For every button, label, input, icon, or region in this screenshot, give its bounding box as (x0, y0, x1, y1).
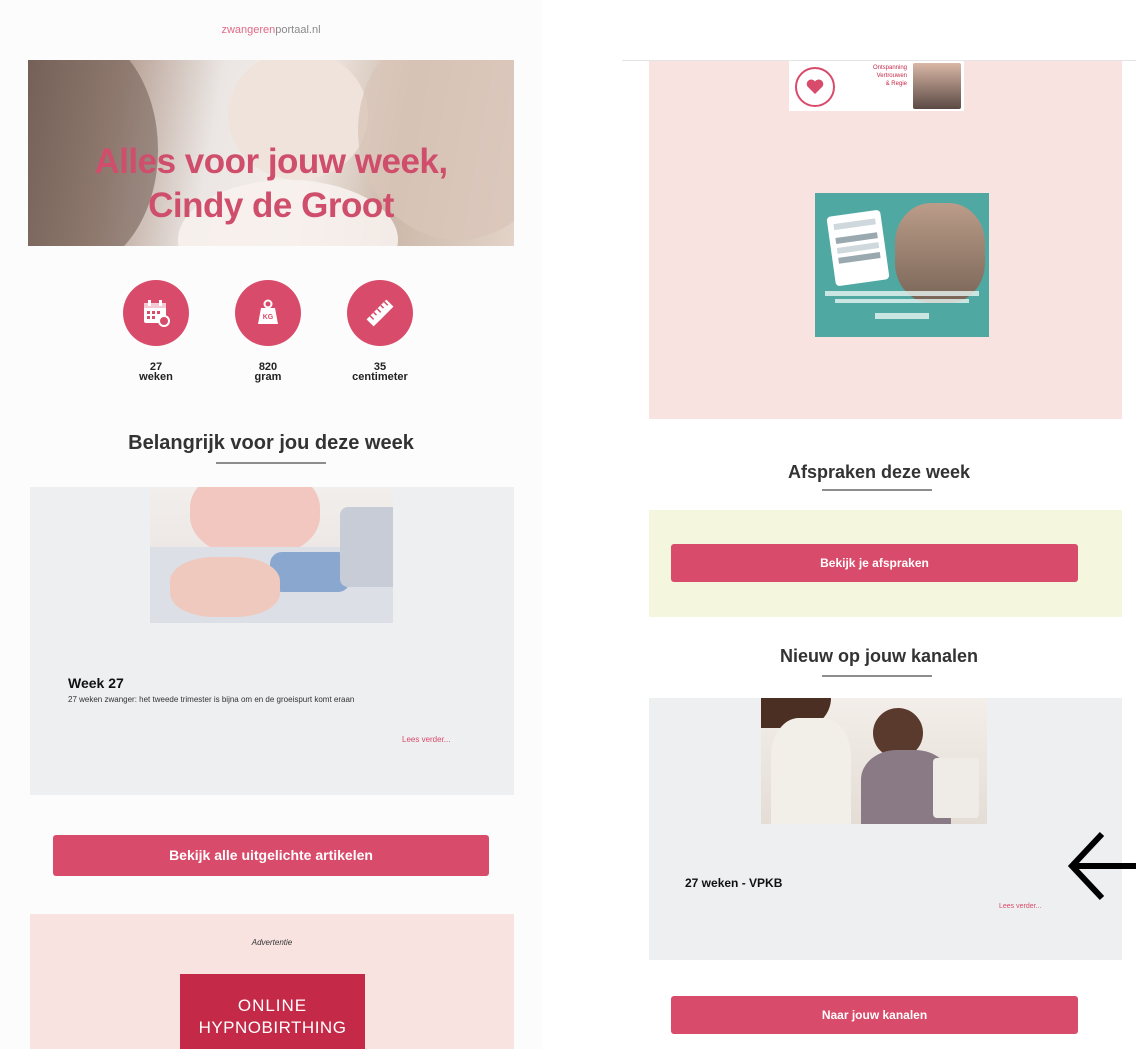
sponsored-area: Ontspanning Vertrouwen & Regie (649, 61, 1122, 419)
ruler-icon (347, 280, 413, 346)
all-articles-button[interactable]: Bekijk alle uitgelichte artikelen (53, 835, 489, 876)
hero-banner: Alles voor jouw week, Cindy de Groot (28, 60, 514, 246)
stat-length-unit: centimeter (352, 371, 408, 383)
article-card[interactable]: Week 27 27 weken zwanger: het tweede tri… (30, 487, 514, 795)
ad-text-line-1: Ontspanning (872, 65, 907, 71)
stat-weeks-unit: weken (139, 371, 173, 383)
section-divider (822, 675, 932, 677)
view-channels-button[interactable]: Naar jouw kanalen (671, 996, 1078, 1034)
ad-text-line-2: Vertrouwen (876, 73, 907, 79)
appointments-section-title: Afspraken deze week (787, 462, 971, 482)
logo-part-1: zwangeren (221, 24, 276, 36)
weight-icon-label: KG (263, 314, 274, 321)
read-more-link[interactable]: Lees verder... (999, 903, 1041, 910)
arrow-left-icon (1066, 826, 1136, 906)
relaxation-ad-text: Ontspanning Vertrouwen & Regie (839, 64, 907, 88)
article-title[interactable]: Week 27 (68, 675, 124, 691)
relaxation-ad-banner[interactable]: Ontspanning Vertrouwen & Regie (789, 61, 964, 111)
stat-weight: KG 820 gram (208, 280, 328, 383)
right-email-panel: Ontspanning Vertrouwen & Regie Afspraken… (622, 0, 1136, 1049)
stat-length: 35 centimeter (320, 280, 440, 383)
important-section-title: Belangrijk voor jou deze week (128, 432, 414, 454)
site-logo[interactable]: zwangerenportaal.nl (0, 24, 542, 36)
heart-icon (795, 67, 835, 107)
hypnobirthing-ad-banner[interactable]: ONLINE HYPNOBIRTHING (180, 974, 365, 1049)
channels-section-title: Nieuw op jouw kanalen (779, 646, 979, 666)
read-more-link[interactable]: Lees verder... (402, 735, 450, 744)
section-divider (216, 462, 326, 464)
section-divider (822, 489, 932, 491)
tablet-image (826, 209, 890, 287)
couple-image (895, 203, 985, 303)
stat-weight-unit: gram (254, 371, 282, 383)
view-appointments-button[interactable]: Bekijk je afspraken (671, 544, 1078, 582)
article-summary: 27 weken zwanger: het tweede trimester i… (68, 695, 355, 704)
channel-item-image[interactable] (761, 698, 987, 824)
logo-part-2: portaal.nl (275, 24, 321, 36)
ad-banner-line-2: HYPNOBIRTHING (198, 1018, 347, 1037)
ad-label: Advertentie (251, 938, 293, 947)
channel-item-card[interactable]: 27 weken - VPKB Lees verder... (649, 698, 1122, 960)
calendar-icon (123, 280, 189, 346)
ad-portrait-image (913, 63, 961, 109)
ad-text-line-3: & Regie (885, 81, 907, 87)
article-image[interactable] (150, 487, 393, 623)
hero-title-line-1: Alles voor jouw week, (94, 142, 448, 181)
ad-banner-line-1: ONLINE (237, 996, 308, 1015)
advertisement-area: Advertentie ONLINE HYPNOBIRTHING (30, 914, 514, 1049)
appointments-area: Bekijk je afspraken (649, 510, 1122, 617)
hero-title-line-2: Cindy de Groot (148, 186, 394, 225)
stat-weeks: 27 weken (96, 280, 216, 383)
left-email-panel: zwangerenportaal.nl Alles voor jouw week… (0, 0, 542, 1049)
weight-icon: KG (235, 280, 301, 346)
channel-item-title[interactable]: 27 weken - VPKB (685, 876, 782, 890)
app-promo-ad[interactable] (815, 193, 989, 337)
hero-title: Alles voor jouw week, Cindy de Groot (28, 140, 514, 228)
